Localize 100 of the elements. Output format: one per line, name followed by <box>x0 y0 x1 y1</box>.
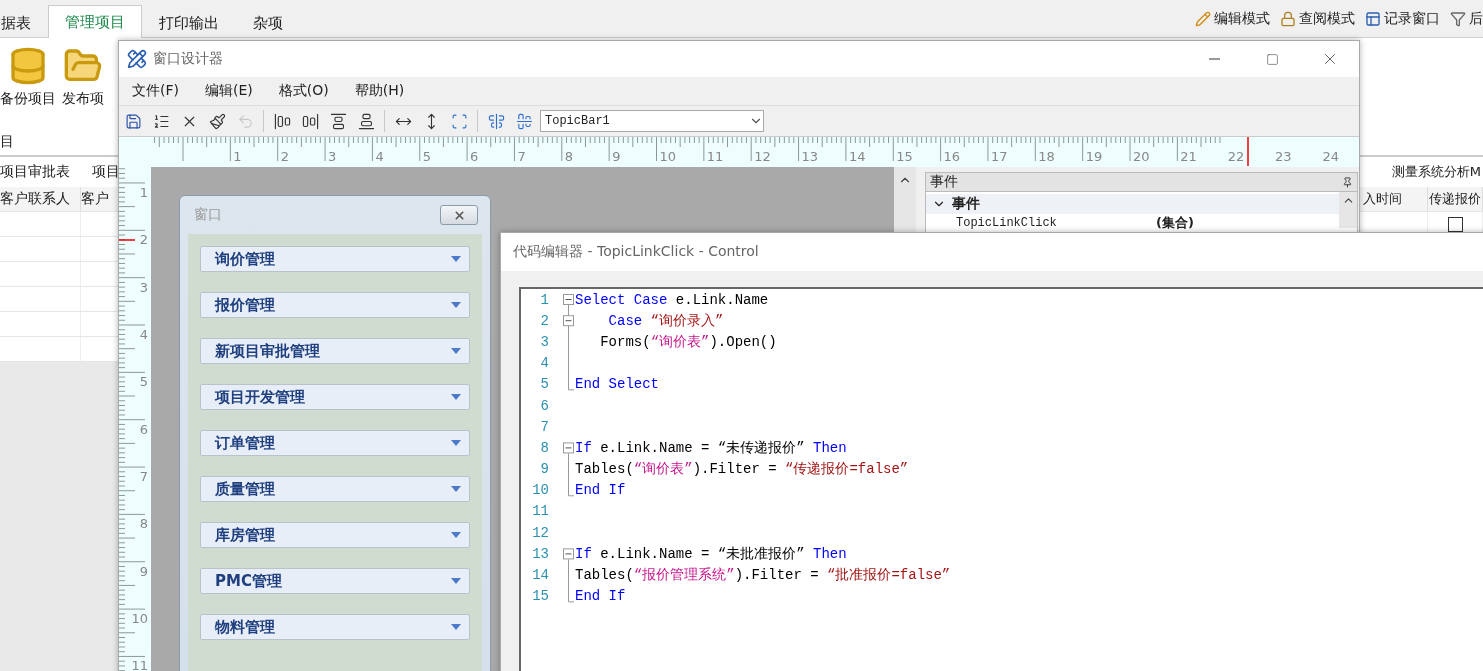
toolbar-button[interactable] <box>272 111 292 131</box>
sheet-tab[interactable]: 项目 <box>92 163 120 181</box>
line-number: 14 <box>531 567 549 584</box>
line-number: 3 <box>539 333 549 350</box>
same-size-icon <box>450 112 468 130</box>
code-line: If e.Link.Name = “未传递报价” Then <box>575 438 847 457</box>
toolbar-button[interactable] <box>328 111 348 131</box>
toolbar-button[interactable] <box>356 111 376 131</box>
topic-bar[interactable]: 库房管理 <box>200 522 470 548</box>
app-tab[interactable]: 杂项 <box>236 7 300 38</box>
ruler-number: 23 <box>1275 149 1292 164</box>
undo-icon <box>236 112 254 130</box>
form-title: 窗口 <box>194 206 222 224</box>
maximize-icon <box>1265 52 1279 66</box>
sheet-tab[interactable]: 测量系统分析M <box>1391 163 1481 181</box>
line-number: 8 <box>539 439 549 456</box>
ruler-number: 3 <box>328 149 337 164</box>
lock-icon <box>1280 10 1296 27</box>
ruler-number: 13 <box>801 149 819 164</box>
group-label: 目 <box>0 133 14 151</box>
line-number: 15 <box>531 588 549 605</box>
designer-icon <box>127 49 147 69</box>
code-line: Select Case e.Link.Name <box>575 291 769 308</box>
align-bottom-icon <box>357 112 375 130</box>
topic-bar[interactable]: 订单管理 <box>200 430 470 456</box>
line-number: 9 <box>539 461 549 478</box>
ruler-number: 10 <box>659 149 677 164</box>
toolbar-button[interactable] <box>123 111 143 131</box>
ruler-number: 24 <box>1322 149 1339 164</box>
code-line: Forms(“询价表”).Open() <box>599 332 777 351</box>
checkbox[interactable] <box>1447 216 1463 232</box>
topic-bar[interactable]: 项目开发管理 <box>200 384 470 410</box>
window-title: 窗口设计器 <box>153 50 223 68</box>
topic-bar[interactable]: 质量管理 <box>200 476 470 502</box>
ruler-number: 11 <box>131 658 148 671</box>
mode-button[interactable]: 后 <box>1450 9 1483 28</box>
align-top-icon <box>329 112 347 130</box>
code-line: End If <box>575 588 626 605</box>
column-header: 传递报价 <box>1428 187 1483 211</box>
fold-icon[interactable] <box>563 315 574 327</box>
paintbrush-icon <box>208 112 226 130</box>
menu-item[interactable]: 格式(O) <box>278 82 329 100</box>
column-header: 客户联系人 <box>0 187 81 211</box>
code-line: Case “询价录入” <box>607 311 724 330</box>
ruler-number: 5 <box>422 149 432 164</box>
close-icon <box>452 208 466 222</box>
property-name: TopicLinkClick <box>956 216 1058 230</box>
menu-item[interactable]: 编辑(E) <box>205 82 253 100</box>
toolbar-button[interactable] <box>300 111 320 131</box>
topic-bar[interactable]: 报价管理 <box>200 292 470 318</box>
caret-icon <box>451 394 461 400</box>
property-value: (集合) <box>1156 214 1195 232</box>
app-tab[interactable]: 打印输出 <box>142 7 236 38</box>
ruler-number: 7 <box>139 469 148 485</box>
close-button[interactable] <box>440 205 478 225</box>
pin-icon[interactable] <box>1342 176 1353 188</box>
toolbar-button[interactable] <box>207 111 227 131</box>
scrollbar[interactable] <box>1339 192 1357 228</box>
ruler-number: 22 <box>1227 149 1245 164</box>
category-row[interactable]: 事件 <box>926 194 1339 214</box>
ruler-number: 1 <box>139 184 148 200</box>
mode-button[interactable]: 编辑模式 <box>1195 9 1270 28</box>
topic-bar[interactable]: PMC管理 <box>200 568 470 594</box>
line-number: 5 <box>539 376 549 393</box>
topic-bar[interactable]: 新项目审批管理 <box>200 338 470 364</box>
topic-bar[interactable]: 询价管理 <box>200 246 470 272</box>
mode-button[interactable]: 记录窗口 <box>1365 9 1440 28</box>
ruler-number: 21 <box>1180 149 1197 164</box>
code-line: Tables(“询价表”).Filter = “传递报价=false” <box>575 460 909 479</box>
fold-icon[interactable] <box>563 294 574 305</box>
window-icon <box>1365 10 1381 27</box>
object-dropdown[interactable]: TopicBar1 <box>540 110 764 132</box>
line-number: 6 <box>539 397 549 414</box>
app-tab[interactable]: 管理项目 <box>48 5 142 38</box>
sheet-tab[interactable]: 项目审批表 <box>0 163 70 181</box>
caret-icon <box>451 440 461 446</box>
menu-item[interactable]: 文件(F) <box>132 82 179 100</box>
center-vertical-icon <box>487 112 505 130</box>
line-number: 7 <box>539 418 549 435</box>
ruler-number: 8 <box>564 149 574 164</box>
align-left-icon <box>273 112 291 130</box>
scrollbar[interactable] <box>894 167 916 233</box>
ruler-number: 5 <box>139 374 148 390</box>
ruler-number: 8 <box>139 516 148 532</box>
pencil-icon <box>1195 10 1211 27</box>
mode-button[interactable]: 查阅模式 <box>1280 9 1355 28</box>
code-line: End Select <box>575 376 659 393</box>
ribbon-button[interactable]: 备份项目 <box>0 46 56 108</box>
ruler-number: 10 <box>131 611 148 627</box>
filter-icon <box>1450 10 1466 27</box>
app-tab[interactable]: 据表 <box>0 7 48 38</box>
save-icon <box>124 112 142 130</box>
ribbon-button[interactable]: 发布项 <box>62 46 104 108</box>
ruler-number: 2 <box>139 232 148 248</box>
menu-item[interactable]: 帮助(H) <box>354 82 405 100</box>
line-number: 4 <box>539 355 549 372</box>
ruler-number: 19 <box>1085 149 1103 164</box>
topic-bar[interactable]: 物料管理 <box>200 614 470 640</box>
caret-icon <box>451 624 461 630</box>
ruler-number: 18 <box>1038 149 1055 164</box>
